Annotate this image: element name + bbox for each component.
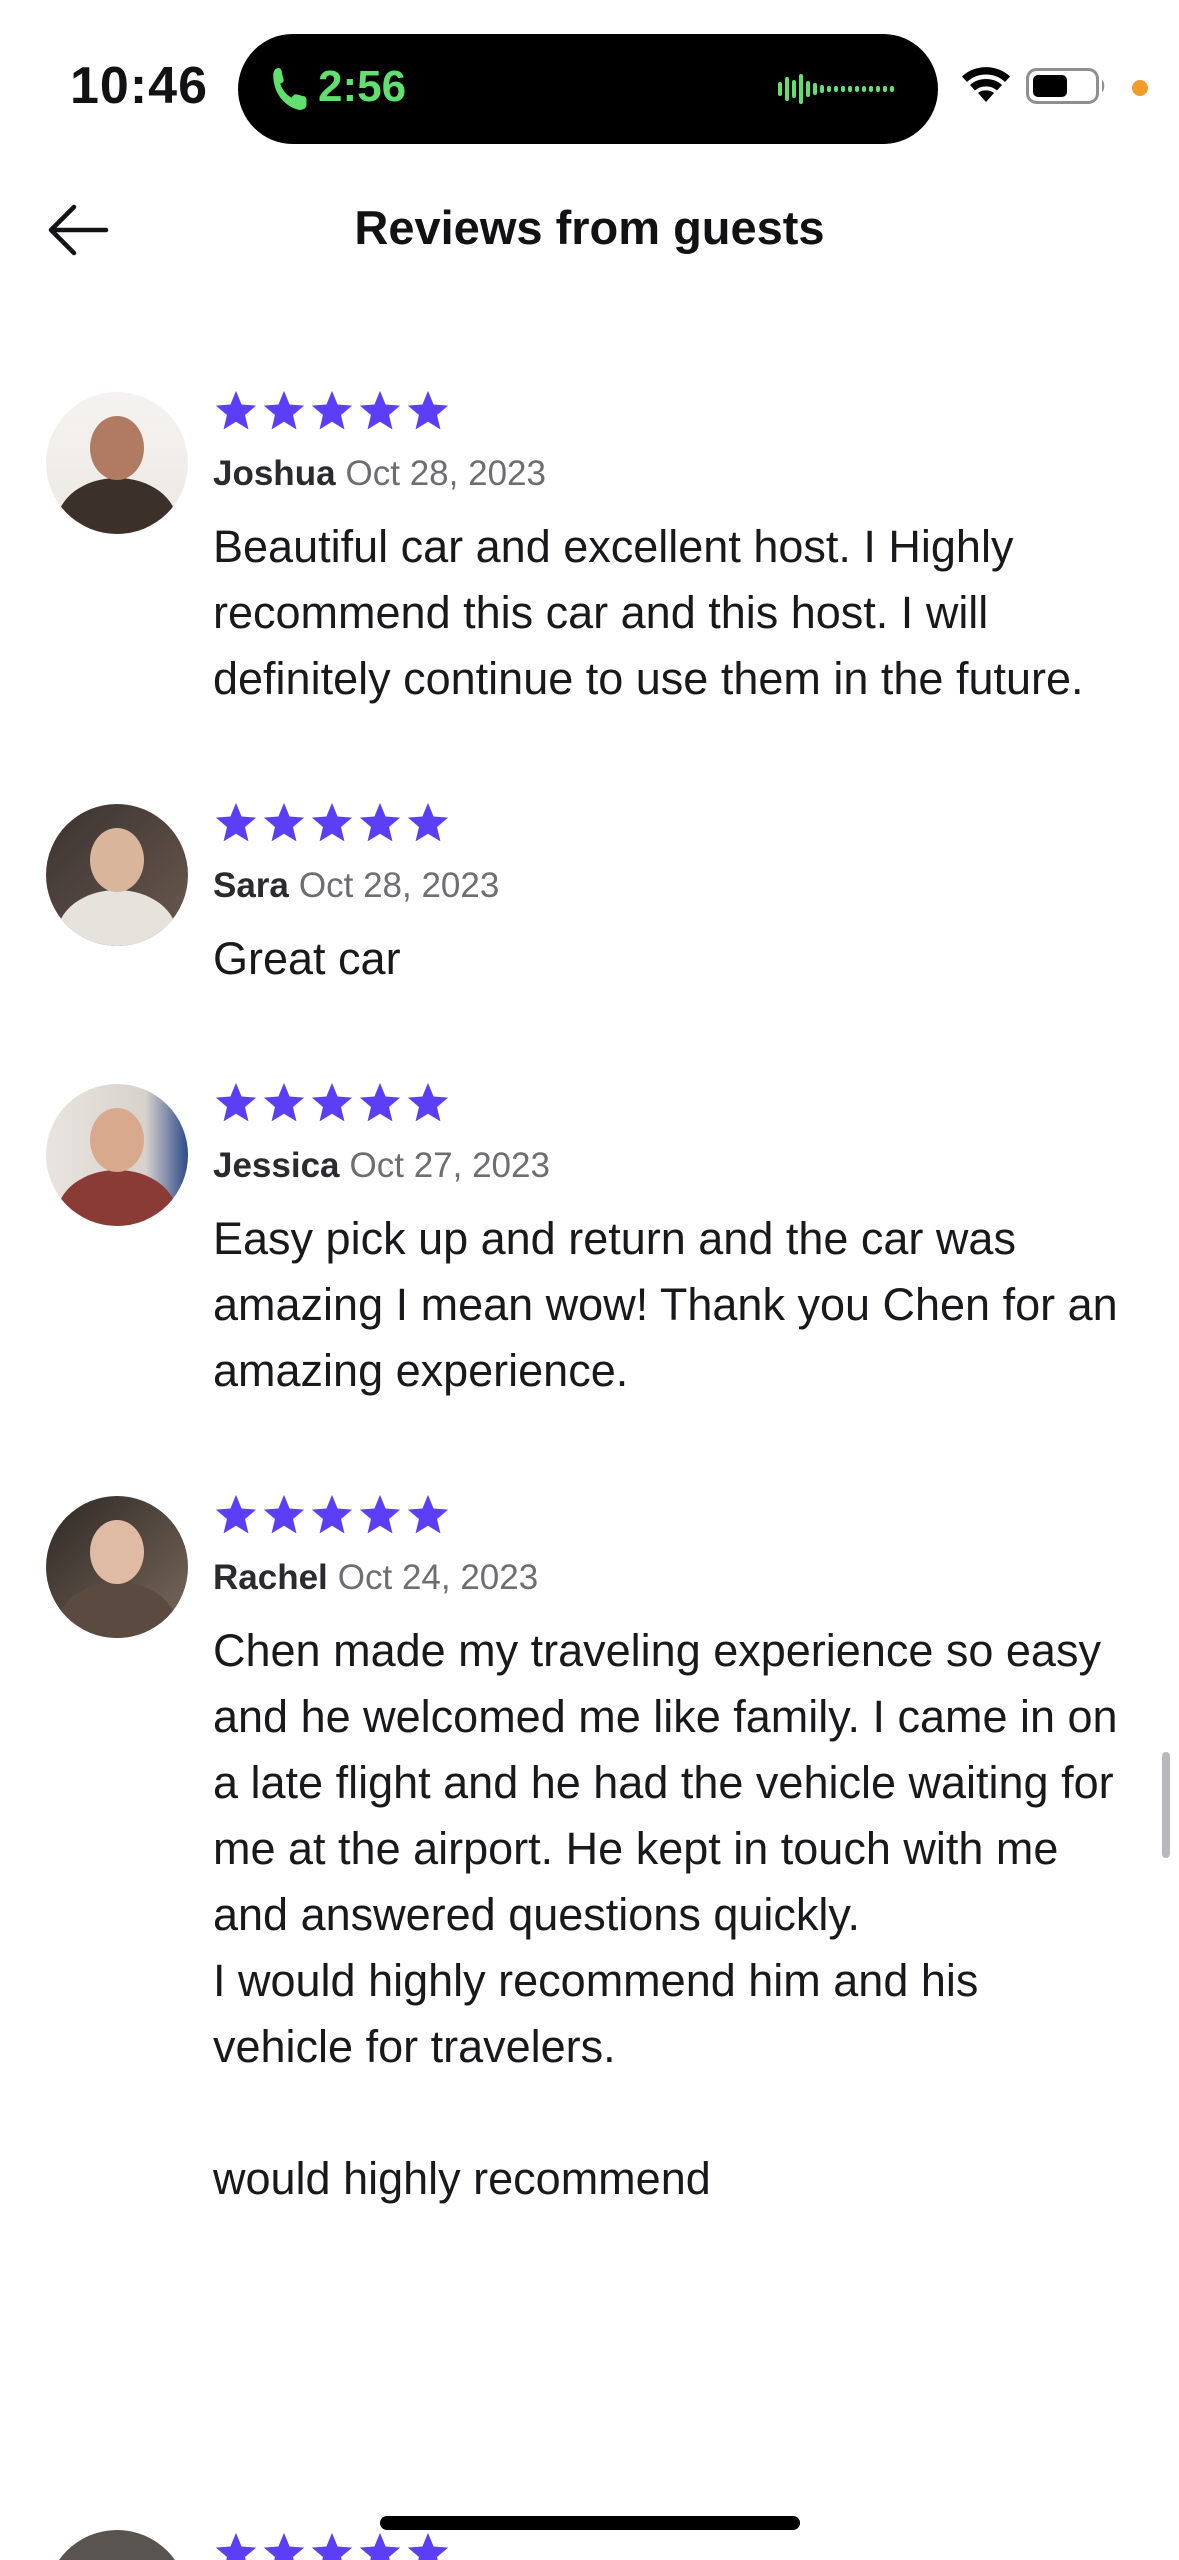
dynamic-island-call[interactable]: 2:56 <box>238 34 938 144</box>
review-text: Great car <box>213 933 401 984</box>
star-icon <box>215 802 257 842</box>
star-icon <box>407 390 449 430</box>
star-rating <box>213 1080 1123 1130</box>
review-date: Oct 28, 2023 <box>298 866 500 905</box>
review-meta: Sara Oct 28, 2023 <box>213 864 1123 908</box>
star-icon <box>311 802 353 842</box>
call-duration: 2:56 <box>318 62 407 111</box>
phone-icon <box>273 68 307 110</box>
avatar[interactable] <box>46 392 188 534</box>
review-content: Jessica Oct 27, 2023 Easy pick up and ret… <box>213 1072 1123 1404</box>
review-content: Rachel Oct 24, 2023 Chen made my travelin… <box>213 1484 1123 2212</box>
battery-icon <box>1026 68 1105 104</box>
reviewer-name[interactable]: Rachel <box>213 1558 328 1597</box>
review-meta: Joshua Oct 28, 2023 <box>213 452 1123 496</box>
star-icon <box>215 1494 257 1534</box>
star-rating <box>213 800 1123 850</box>
avatar[interactable] <box>46 1496 188 1638</box>
star-icon <box>359 390 401 430</box>
review-content: Sara Oct 28, 2023 Great car <box>213 792 1123 992</box>
review-item: Sara Oct 28, 2023 Great car <box>0 792 1179 992</box>
audio-waveform-icon <box>778 74 894 104</box>
star-icon <box>359 1494 401 1534</box>
review-item: Jessica Oct 27, 2023 Easy pick up and ret… <box>0 1072 1179 1404</box>
star-icon <box>407 802 449 842</box>
review-date: Oct 28, 2023 <box>345 454 546 493</box>
review-meta: Jessica Oct 27, 2023 <box>213 1144 1123 1188</box>
reviewer-name[interactable]: Jessica <box>213 1146 340 1185</box>
star-icon <box>359 1082 401 1122</box>
review-text: Beautiful car and excellent host. I High… <box>213 521 1084 704</box>
review-text: Chen made my traveling experience so eas… <box>213 1625 1118 2204</box>
header: Reviews from guests <box>0 170 1179 290</box>
star-icon <box>311 1082 353 1122</box>
scrollbar-thumb[interactable] <box>1162 1752 1170 1858</box>
avatar[interactable] <box>46 804 188 946</box>
star-icon <box>215 1082 257 1122</box>
wifi-icon <box>962 67 1010 102</box>
star-icon <box>263 390 305 430</box>
review-meta: Rachel Oct 24, 2023 <box>213 1556 1123 1600</box>
star-icon <box>311 1494 353 1534</box>
review-item: Rachel Oct 24, 2023 Chen made my travelin… <box>0 1484 1179 2212</box>
review-list: Joshua Oct 28, 2023 Beautiful car and exc… <box>0 380 1179 2292</box>
review-text: Easy pick up and return and the car was … <box>213 1213 1118 1396</box>
reviewer-name[interactable]: Sara <box>213 866 289 905</box>
status-bar: 10:46 2:56 <box>0 0 1179 170</box>
star-icon <box>215 390 257 430</box>
star-icon <box>407 1082 449 1122</box>
review-item: Joshua Oct 28, 2023 Beautiful car and exc… <box>0 380 1179 712</box>
star-icon <box>407 1494 449 1534</box>
star-icon <box>359 802 401 842</box>
page-title: Reviews from guests <box>354 201 825 254</box>
star-icon <box>263 1494 305 1534</box>
privacy-indicator-dot <box>1132 80 1148 96</box>
avatar[interactable] <box>46 1084 188 1226</box>
star-rating <box>213 1492 1123 1542</box>
review-date: Oct 24, 2023 <box>337 1558 539 1597</box>
review-date: Oct 27, 2023 <box>349 1146 550 1185</box>
star-icon <box>263 802 305 842</box>
home-indicator[interactable] <box>380 2516 800 2530</box>
reviewer-name[interactable]: Joshua <box>213 454 336 493</box>
review-content: Joshua Oct 28, 2023 Beautiful car and exc… <box>213 380 1123 712</box>
star-icon <box>263 1082 305 1122</box>
status-time: 10:46 <box>70 57 208 115</box>
star-rating <box>213 388 1123 438</box>
star-icon <box>311 390 353 430</box>
